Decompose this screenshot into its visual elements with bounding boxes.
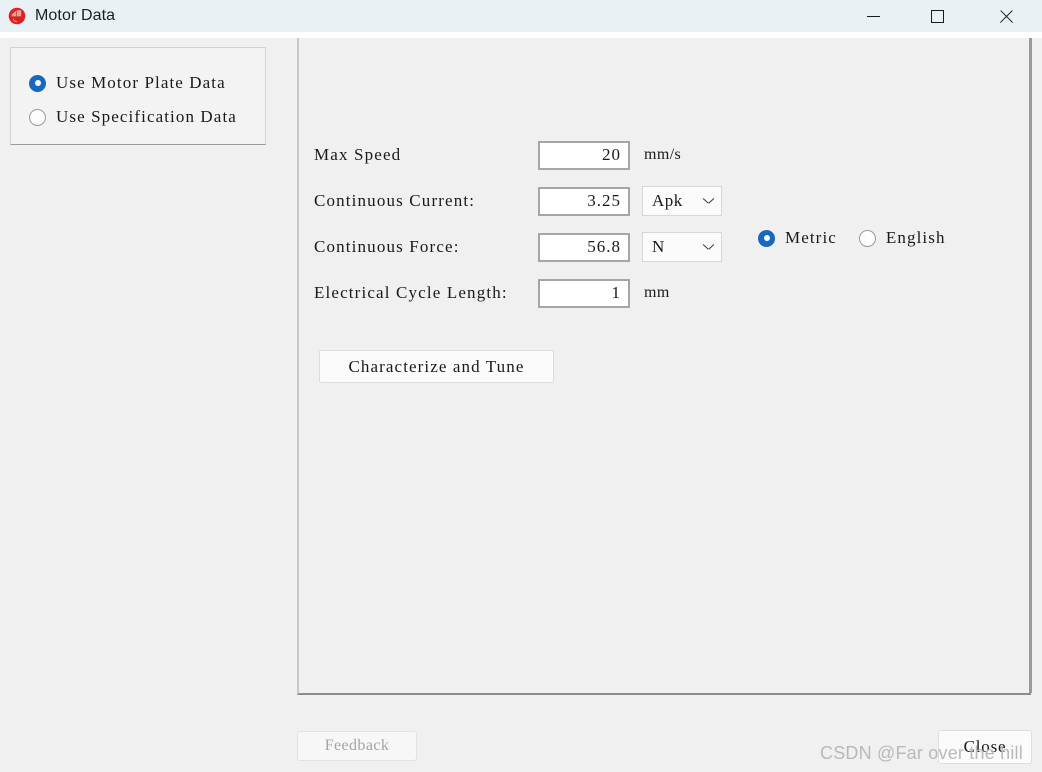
window-controls [842,0,1042,32]
close-window-button[interactable] [970,0,1042,32]
label-continuous-current: Continuous Current: [314,191,476,210]
select-continuous-force-unit[interactable]: N [642,232,722,262]
minimize-icon [866,15,880,17]
close-button[interactable]: Close [938,730,1032,764]
select-value-continuous-current-unit: Apk [652,191,683,210]
input-electrical-cycle-length[interactable] [538,278,630,308]
radio-option-use-motor-plate-data[interactable]: Use Motor Plate Data [29,68,265,98]
maximize-button[interactable] [904,0,970,32]
window-titlebar: Motor Data [0,0,1042,32]
radio-unselected-icon[interactable] [29,108,46,126]
unit-electrical-cycle-length: mm [644,284,670,301]
close-icon [998,8,1015,25]
radio-label-use-motor-plate-data: Use Motor Plate Data [56,73,226,92]
radio-option-use-specification-data[interactable]: Use Specification Data [29,102,265,132]
radio-selected-icon-metric[interactable] [758,229,775,247]
motor-parameters-form: Max Speed mm/s Continuous Current: Apk C… [314,132,722,316]
select-continuous-current-unit[interactable]: Apk [642,186,722,216]
input-continuous-force[interactable] [538,232,630,262]
radio-label-metric: Metric [785,228,837,247]
form-row-continuous-current: Continuous Current: Apk [314,178,722,224]
form-row-max-speed: Max Speed mm/s [314,132,722,178]
radio-label-use-specification-data: Use Specification Data [56,107,237,126]
label-electrical-cycle-length: Electrical Cycle Length: [314,283,508,302]
chevron-down-icon [703,198,714,204]
panel-vertical-scrollbar[interactable] [1029,38,1032,693]
form-row-electrical-cycle-length: Electrical Cycle Length: mm [314,270,722,316]
radio-label-english: English [885,228,946,247]
unit-max-speed: mm/s [644,146,682,163]
form-row-continuous-force: Continuous Force: N [314,224,722,270]
window-title: Motor Data [35,7,116,24]
input-max-speed[interactable] [538,140,630,170]
radio-selected-icon[interactable] [29,74,46,92]
minimize-button[interactable] [842,0,904,32]
label-max-speed: Max Speed [314,145,402,164]
motor-app-icon [8,7,26,25]
characterize-and-tune-button[interactable]: Characterize and Tune [319,350,554,383]
radio-unselected-icon-english[interactable] [858,229,876,247]
unit-system-radio-group: Metric English [758,228,946,248]
chevron-down-icon [703,244,714,250]
maximize-icon [930,9,944,23]
label-continuous-force: Continuous Force: [314,237,460,256]
data-source-groupbox: Use Motor Plate Data Use Specification D… [10,47,266,145]
select-value-continuous-force-unit: N [652,237,665,256]
feedback-button[interactable]: Feedback [297,731,417,761]
input-continuous-current[interactable] [538,186,630,216]
